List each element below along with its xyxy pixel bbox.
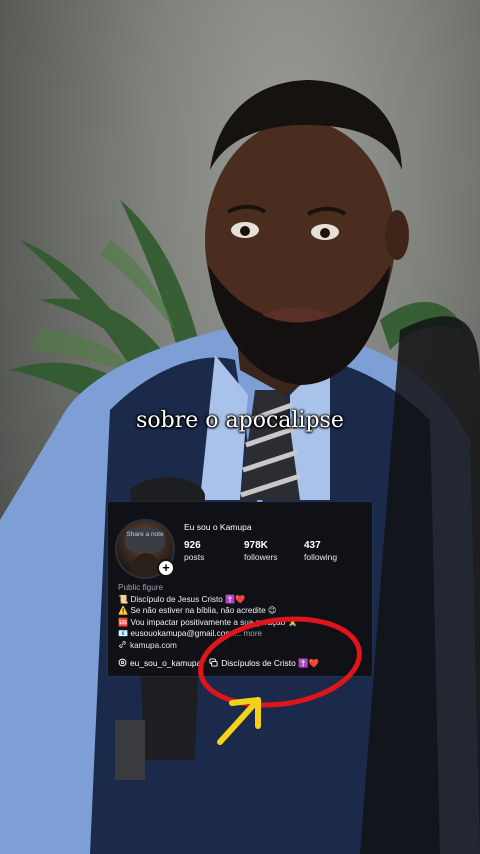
profile-username: Eu sou o Kamupa [184,522,252,532]
broadcast-channel-icon [209,658,218,667]
bio-line: 📧 eusouokamupa@gmail.com ... more [118,628,368,640]
stat-following[interactable]: 437 following [304,540,364,562]
stat-label: following [304,552,338,562]
bio-line: ⚠️ Se não estiver na bíblia, não acredit… [118,606,277,615]
website-link[interactable]: kamupa.com [118,640,368,652]
channel-name: Discípulos de Cristo ✝️❤️ [221,658,319,668]
stat-label: followers [244,552,278,562]
profile-screenshot-card: Share a note + Eu sou o Kamupa 926 posts… [108,502,372,676]
profile-stats: 926 posts 978K followers 437 following [184,540,364,562]
threads-icon [118,658,127,667]
threads-link[interactable]: eu_sou_o_kamupa [118,658,201,669]
profile-category: Public figure [118,583,164,592]
bio-line: 📜 Discípulo de Jesus Cristo ✝️❤️ [118,594,246,604]
threads-handle: eu_sou_o_kamupa [130,658,202,668]
stat-value: 437 [304,540,321,551]
video-caption: sobre o apocalipse [136,408,344,433]
add-story-icon[interactable]: + [157,559,175,577]
stat-value: 926 [184,540,201,551]
video-frame: sobre o apocalipse Share a note + Eu sou… [0,0,480,854]
stat-value: 978K [244,540,268,551]
bio-email: 📧 eusouokamupa@gmail.com [118,629,233,638]
avatar-container[interactable]: Share a note + [115,519,175,579]
stat-followers[interactable]: 978K followers [244,540,304,562]
link-icon [119,640,126,648]
profile-bio: Public figure 📜 Discípulo de Jesus Crist… [118,582,368,651]
stat-label: posts [184,552,205,562]
website-text: kamupa.com [130,640,177,650]
profile-links-row: eu_sou_o_kamupa Discípulos de Cristo ✝️❤… [118,658,319,669]
stat-posts[interactable]: 926 posts [184,540,244,562]
bio-line: 🆘 Vou impactar positivamente a sua geraç… [118,617,298,627]
share-note-bubble[interactable]: Share a note [125,528,165,552]
more-link[interactable]: ... more [234,629,262,638]
channel-link[interactable]: Discípulos de Cristo ✝️❤️ [209,658,319,669]
